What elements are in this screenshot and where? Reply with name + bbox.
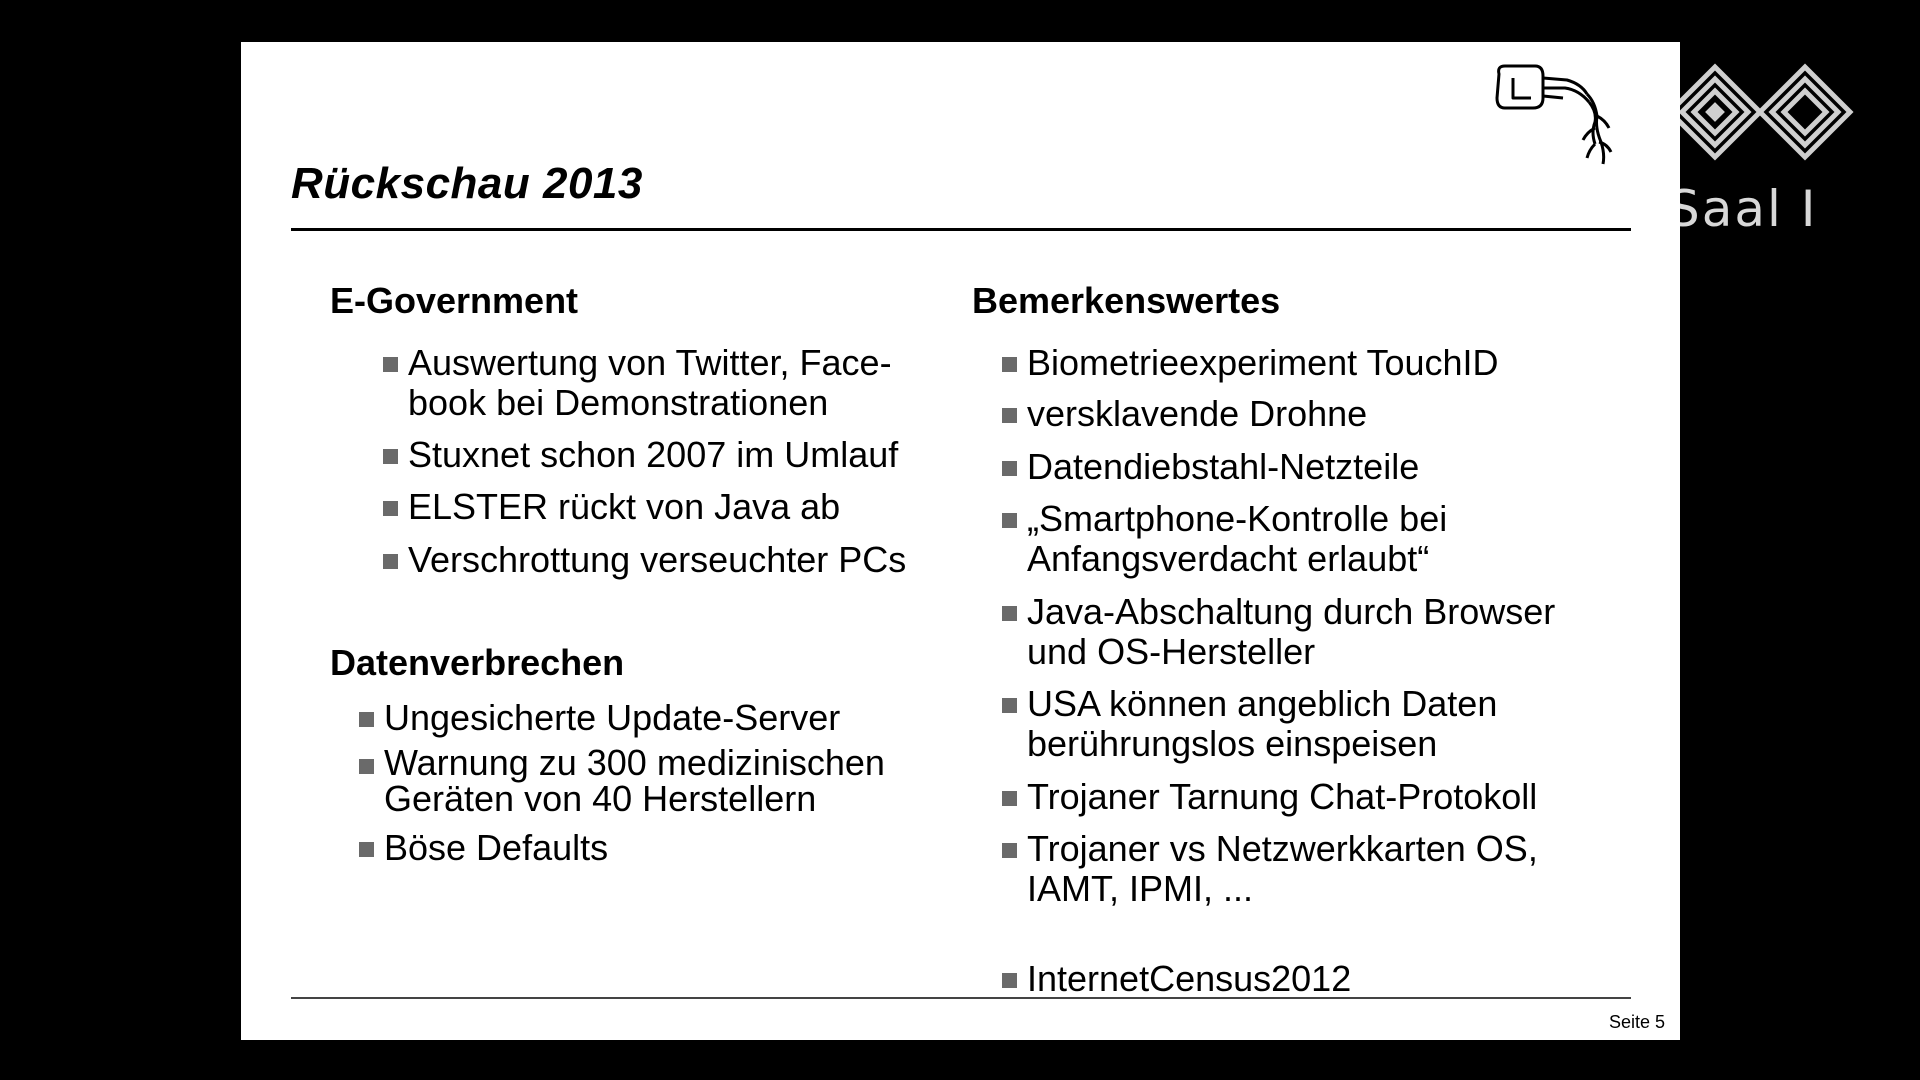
title-divider — [291, 228, 1631, 231]
list-item: Java-Abschaltung durch Browser und OS-He… — [1002, 592, 1622, 672]
room-label: Saal I — [1668, 180, 1818, 238]
list-item: Datendiebstahl-Netzteile — [1002, 447, 1622, 487]
list-item: versklavende Drohne — [1002, 394, 1622, 434]
list-item: ELSTER rückt von Java ab — [383, 487, 943, 527]
bullet-square-icon — [383, 449, 398, 464]
list-item: Verschrottung verseuchter PCs — [383, 540, 963, 580]
bullet-square-icon — [359, 842, 374, 857]
bullet-square-icon — [1002, 357, 1017, 372]
list-item: Warnung zu 300 medizinischen Geräten von… — [359, 745, 939, 817]
list-item: Stuxnet schon 2007 im Umlauf — [383, 435, 943, 475]
video-frame: Saal I Rückschau 2013 E-Government Auswe… — [0, 0, 1920, 1080]
footer-divider — [291, 997, 1631, 999]
list-item: Böse Defaults — [359, 828, 939, 868]
bullet-square-icon — [1002, 513, 1017, 528]
list-item: Biometrieexperiment TouchID — [1002, 343, 1622, 383]
list-item: USA können angeblich Daten berührungslos… — [1002, 684, 1622, 764]
bullet-square-icon — [1002, 606, 1017, 621]
list-item: Auswertung von Twitter, Face- book bei D… — [383, 343, 943, 423]
bullet-square-icon — [1002, 408, 1017, 423]
bullet-square-icon — [1002, 698, 1017, 713]
section-heading-egovernment: E-Government — [330, 280, 579, 321]
bullet-square-icon — [1002, 791, 1017, 806]
list-item: InternetCensus2012 — [1002, 959, 1622, 999]
section-heading-bemerkenswertes: Bemerkenswertes — [972, 280, 1281, 321]
congress-logo-icon — [1666, 63, 1854, 161]
section-heading-datenverbrechen: Datenverbrechen — [330, 642, 625, 683]
presentation-slide: Rückschau 2013 E-Government Auswertung v… — [241, 42, 1680, 1040]
bullet-square-icon — [383, 501, 398, 516]
bullet-square-icon — [383, 357, 398, 372]
slide-title: Rückschau 2013 — [291, 159, 643, 208]
list-item: Trojaner Tarnung Chat-Protokoll — [1002, 777, 1622, 817]
bullet-square-icon — [359, 759, 374, 774]
page-number: Seite 5 — [1608, 1012, 1665, 1032]
list-item: „Smartphone-Kontrolle bei Anfangsverdach… — [1002, 499, 1622, 579]
bullet-square-icon — [1002, 973, 1017, 988]
list-item: Ungesicherte Update-Server — [359, 698, 939, 738]
list-item: Trojaner vs Netzwerkkarten OS, IAMT, IPM… — [1002, 829, 1622, 909]
bullet-square-icon — [1002, 843, 1017, 858]
bullet-square-icon — [383, 554, 398, 569]
bullet-square-icon — [359, 712, 374, 727]
plug-cable-logo-icon — [1495, 64, 1613, 165]
bullet-square-icon — [1002, 461, 1017, 476]
